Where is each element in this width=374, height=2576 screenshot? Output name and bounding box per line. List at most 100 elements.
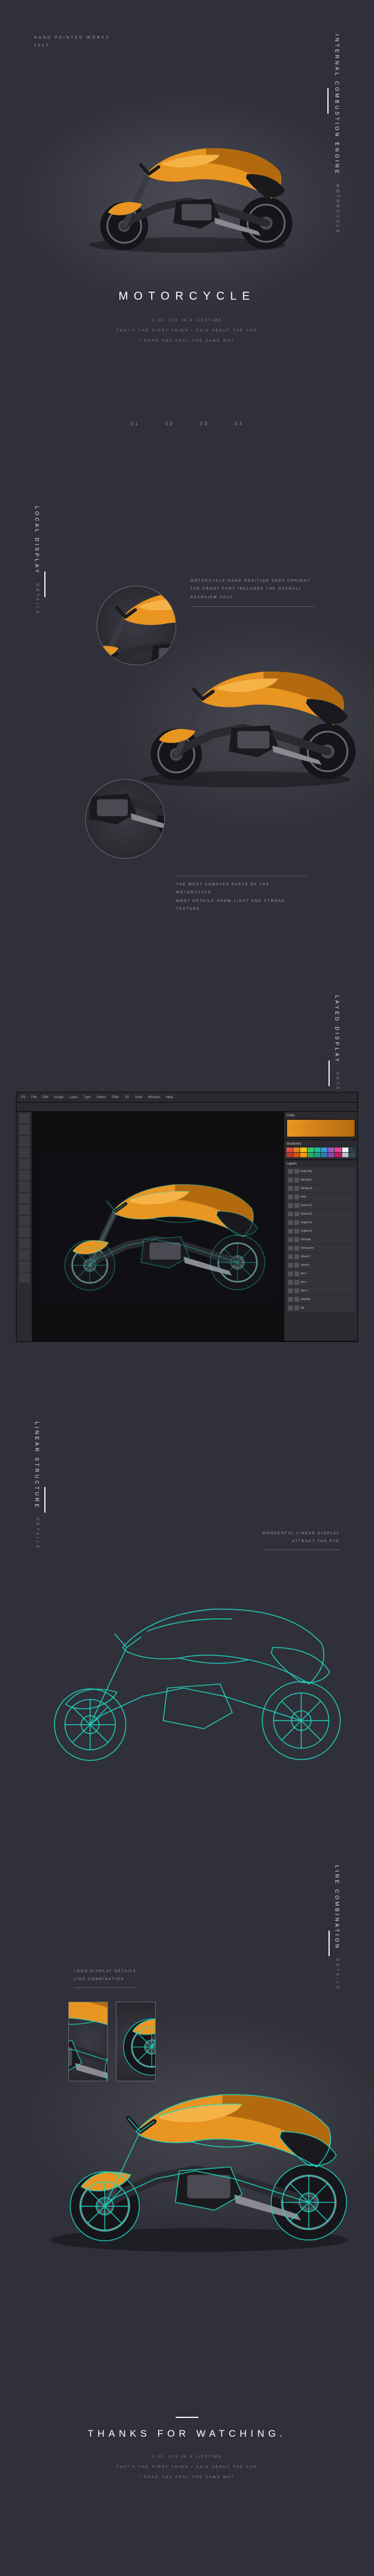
text-tool-icon[interactable]	[19, 1239, 30, 1249]
ps-layer-row[interactable]: wheel-f	[286, 1253, 355, 1261]
swatch[interactable]	[349, 1148, 355, 1152]
ps-menu-layer[interactable]: Layer	[69, 1096, 78, 1099]
year-label: 2017	[34, 42, 110, 50]
section-title-linecomb: LINE COMBINATION DETAILS	[334, 1865, 340, 1991]
eraser-tool-icon[interactable]	[19, 1204, 30, 1215]
ps-layer-row[interactable]: frame-01	[286, 1202, 355, 1210]
swatch[interactable]	[321, 1148, 327, 1152]
ps-menu-image[interactable]: Image	[54, 1096, 64, 1099]
shape-tool-icon[interactable]	[19, 1250, 30, 1260]
eye-icon[interactable]	[288, 1169, 293, 1174]
eye-icon[interactable]	[288, 1229, 293, 1233]
ps-layer-row[interactable]: fairing-sh	[286, 1185, 355, 1192]
eye-icon[interactable]	[288, 1254, 293, 1259]
swatch[interactable]	[293, 1153, 300, 1157]
accent-line	[44, 1487, 45, 1513]
swatch[interactable]	[321, 1153, 327, 1157]
eye-icon[interactable]	[288, 1289, 293, 1293]
swatch[interactable]	[307, 1153, 314, 1157]
ps-layer-row[interactable]: exhaust	[286, 1236, 355, 1244]
layer-thumb-icon	[294, 1297, 299, 1302]
ps-menu-ps[interactable]: PS	[21, 1096, 26, 1099]
zoom-tool-icon[interactable]	[19, 1273, 30, 1283]
ps-layer-row[interactable]: tire-f	[286, 1270, 355, 1278]
ps-menu-select[interactable]: Select	[97, 1096, 106, 1099]
eye-icon[interactable]	[288, 1280, 293, 1285]
swatch[interactable]	[286, 1148, 293, 1152]
ps-menu-help[interactable]: Help	[166, 1096, 173, 1099]
wand-tool-icon[interactable]	[19, 1148, 30, 1158]
layer-name: fairing-sh	[301, 1187, 313, 1190]
swatch[interactable]	[349, 1153, 355, 1157]
crop-tool-icon[interactable]	[19, 1159, 30, 1169]
num-01: 01	[130, 421, 139, 426]
ps-menu-type[interactable]: Type	[84, 1096, 91, 1099]
swatch[interactable]	[314, 1153, 321, 1157]
swatch[interactable]	[286, 1153, 293, 1157]
clone-tool-icon[interactable]	[19, 1193, 30, 1203]
eye-icon[interactable]	[288, 1237, 293, 1242]
eye-icon[interactable]	[288, 1220, 293, 1225]
ps-layer-row[interactable]: tank	[286, 1193, 355, 1201]
eye-icon[interactable]	[288, 1246, 293, 1250]
accent-line	[329, 1061, 330, 1086]
ps-layer-row[interactable]: swing-arm	[286, 1244, 355, 1252]
ps-layer-row[interactable]: engine-b	[286, 1227, 355, 1235]
eye-icon[interactable]	[288, 1306, 293, 1310]
swatch[interactable]	[328, 1153, 334, 1157]
ps-menu-edit[interactable]: Edit	[43, 1096, 48, 1099]
eye-icon[interactable]	[288, 1263, 293, 1268]
eye-icon[interactable]	[288, 1212, 293, 1216]
swatch[interactable]	[342, 1153, 348, 1157]
swatch[interactable]	[300, 1148, 306, 1152]
ps-layer-row[interactable]: shadow	[286, 1295, 355, 1303]
num-03: 03	[200, 421, 209, 426]
ps-layer-row[interactable]: fairing-hl	[286, 1176, 355, 1184]
swatch[interactable]	[328, 1148, 334, 1152]
eye-icon[interactable]	[288, 1178, 293, 1182]
layer-name: engine-b	[301, 1229, 311, 1233]
pen-tool-icon[interactable]	[19, 1227, 30, 1237]
ps-canvas[interactable]	[32, 1112, 284, 1341]
section-title-text: LINE COMBINATION	[334, 1865, 340, 1950]
ps-menu-window[interactable]: Window	[148, 1096, 160, 1099]
eyedropper-tool-icon[interactable]	[19, 1170, 30, 1181]
eye-icon[interactable]	[288, 1195, 293, 1199]
swatch[interactable]	[342, 1148, 348, 1152]
ps-layer-row[interactable]: tire-r	[286, 1278, 355, 1286]
move-tool-icon[interactable]	[19, 1113, 30, 1124]
eye-icon[interactable]	[288, 1272, 293, 1276]
eye-icon[interactable]	[288, 1186, 293, 1191]
ps-menu-file[interactable]: File	[31, 1096, 37, 1099]
brush-tool-icon[interactable]	[19, 1182, 30, 1192]
ps-layer-row[interactable]: body-top	[286, 1167, 355, 1175]
layer-name: bg	[301, 1306, 304, 1310]
ps-layer-row[interactable]: disc-f	[286, 1287, 355, 1295]
ps-layer-row[interactable]: frame-02	[286, 1210, 355, 1218]
ps-layer-row[interactable]: engine-a	[286, 1219, 355, 1227]
lasso-tool-icon[interactable]	[19, 1136, 30, 1146]
ps-menu-filter[interactable]: Filter	[111, 1096, 119, 1099]
swatch[interactable]	[314, 1148, 321, 1152]
swatch[interactable]	[293, 1148, 300, 1152]
gradient-tool-icon[interactable]	[19, 1216, 30, 1226]
eye-icon[interactable]	[288, 1297, 293, 1302]
swatch[interactable]	[307, 1148, 314, 1152]
footer-heading: THANKS FOR WATCHING.	[0, 2428, 374, 2440]
num-04: 04	[235, 421, 244, 426]
swatch[interactable]	[300, 1153, 306, 1157]
swatch[interactable]	[335, 1153, 341, 1157]
layer-thumb-icon	[294, 1220, 299, 1225]
layer-name: fairing-hl	[301, 1178, 311, 1182]
ps-menu-view[interactable]: View	[135, 1096, 142, 1099]
ps-layer-row[interactable]: wheel-r	[286, 1261, 355, 1269]
marquee-tool-icon[interactable]	[19, 1125, 30, 1135]
color-preview[interactable]	[286, 1119, 355, 1137]
annotation-left: LOGO DISPLAY DETAILS LINE COMBINATION	[74, 1968, 136, 1988]
ps-menu-3d[interactable]: 3D	[125, 1096, 130, 1099]
ps-toolbox	[16, 1112, 32, 1341]
swatch[interactable]	[335, 1148, 341, 1152]
ps-layer-row[interactable]: bg	[286, 1304, 355, 1312]
hand-tool-icon[interactable]	[19, 1261, 30, 1272]
eye-icon[interactable]	[288, 1203, 293, 1208]
